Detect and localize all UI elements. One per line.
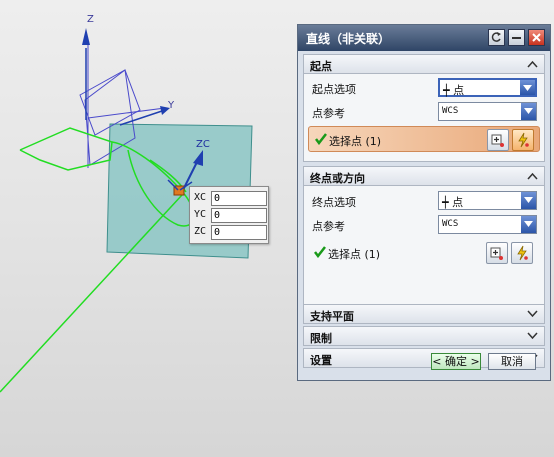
green-line[interactable]: [0, 194, 183, 393]
point-dialog-button[interactable]: [486, 242, 508, 264]
checkmark-icon: [315, 133, 327, 145]
chevron-down-icon: [524, 221, 533, 227]
start-section-body: 起点选项 ┿ 点 点参考 WCS 选择点 (1): [303, 74, 545, 162]
chevron-down-icon: [523, 85, 532, 91]
start-ref-value: WCS: [442, 106, 459, 116]
chevron-up-icon: [527, 172, 538, 180]
limits-section-header[interactable]: 限制: [303, 326, 545, 346]
lightning-icon: [517, 245, 528, 261]
section-title: 起点: [310, 60, 332, 73]
point-dialog-button[interactable]: [487, 129, 509, 151]
start-ref-select[interactable]: WCS: [438, 102, 537, 121]
start-select-point-row[interactable]: 选择点 (1): [308, 126, 540, 152]
end-ref-select[interactable]: WCS: [438, 215, 537, 234]
yc-input[interactable]: [211, 208, 267, 223]
start-section-header[interactable]: 起点: [303, 54, 545, 74]
end-ref-label: 点参考: [312, 220, 345, 233]
checkmark-icon: [314, 246, 326, 258]
support-plane-section-header[interactable]: 支持平面: [303, 304, 545, 324]
close-button[interactable]: [528, 29, 545, 46]
chevron-down-icon: [527, 332, 538, 340]
coord-label: ZC: [194, 226, 207, 237]
end-option-label: 终点选项: [312, 196, 356, 209]
reset-button[interactable]: [488, 29, 505, 46]
dialog-title: 直线（非关联）: [306, 32, 391, 46]
section-title: 限制: [310, 332, 332, 345]
end-section-body: 终点选项 ┿ 点 点参考 WCS 选择点 (1): [303, 186, 545, 306]
coord-label: YC: [194, 209, 207, 220]
lightning-icon: [518, 132, 529, 148]
coordinate-input-popup: XC YC ZC: [189, 186, 269, 244]
minimize-button[interactable]: [508, 29, 525, 46]
line-dialog: 直线（非关联） 起点 起点选项 ┿ 点 点参考 WCS 选择点 (1) 终点或方…: [297, 24, 551, 381]
end-select-point-row[interactable]: 选择点 (1): [308, 240, 540, 266]
end-select-point-text: 选择点 (1): [328, 248, 381, 261]
chevron-down-icon: [524, 108, 533, 114]
y-axis-label: Y: [167, 100, 175, 111]
point-constructor-icon: [491, 134, 504, 147]
reset-icon: [491, 32, 501, 42]
z-axis-arrow-icon: [82, 28, 90, 45]
inferred-point-button[interactable]: [511, 242, 533, 264]
ok-button[interactable]: < 确定 >: [431, 353, 481, 370]
end-option-select[interactable]: ┿ 点: [438, 191, 537, 210]
section-title: 设置: [310, 354, 332, 367]
close-icon: [532, 33, 541, 42]
zc-axis-label: ZC: [196, 139, 210, 150]
xc-input[interactable]: [211, 191, 267, 206]
inferred-point-button[interactable]: [512, 129, 534, 151]
z-axis-label: Z: [87, 14, 94, 25]
start-select-point-text: 选择点 (1): [329, 135, 382, 148]
end-option-value: ┿ 点: [442, 196, 464, 209]
chevron-down-icon: [527, 310, 538, 318]
chevron-up-icon: [527, 60, 538, 68]
end-ref-value: WCS: [442, 219, 459, 229]
green-sketch-curve[interactable]: [19, 127, 113, 171]
coord-label: XC: [194, 192, 207, 203]
dialog-titlebar[interactable]: 直线（非关联）: [298, 25, 550, 51]
section-title: 支持平面: [310, 310, 354, 323]
end-section-header[interactable]: 终点或方向: [303, 166, 545, 186]
start-ref-label: 点参考: [312, 107, 345, 120]
start-option-label: 起点选项: [312, 83, 356, 96]
start-option-value: ┿ 点: [443, 84, 465, 97]
start-option-select[interactable]: ┿ 点: [438, 78, 537, 97]
zc-input[interactable]: [211, 225, 267, 240]
minimize-icon: [512, 37, 521, 39]
point-constructor-icon: [490, 247, 503, 260]
section-title: 终点或方向: [310, 172, 365, 185]
chevron-down-icon: [524, 197, 533, 203]
cancel-button[interactable]: 取消: [488, 353, 536, 370]
